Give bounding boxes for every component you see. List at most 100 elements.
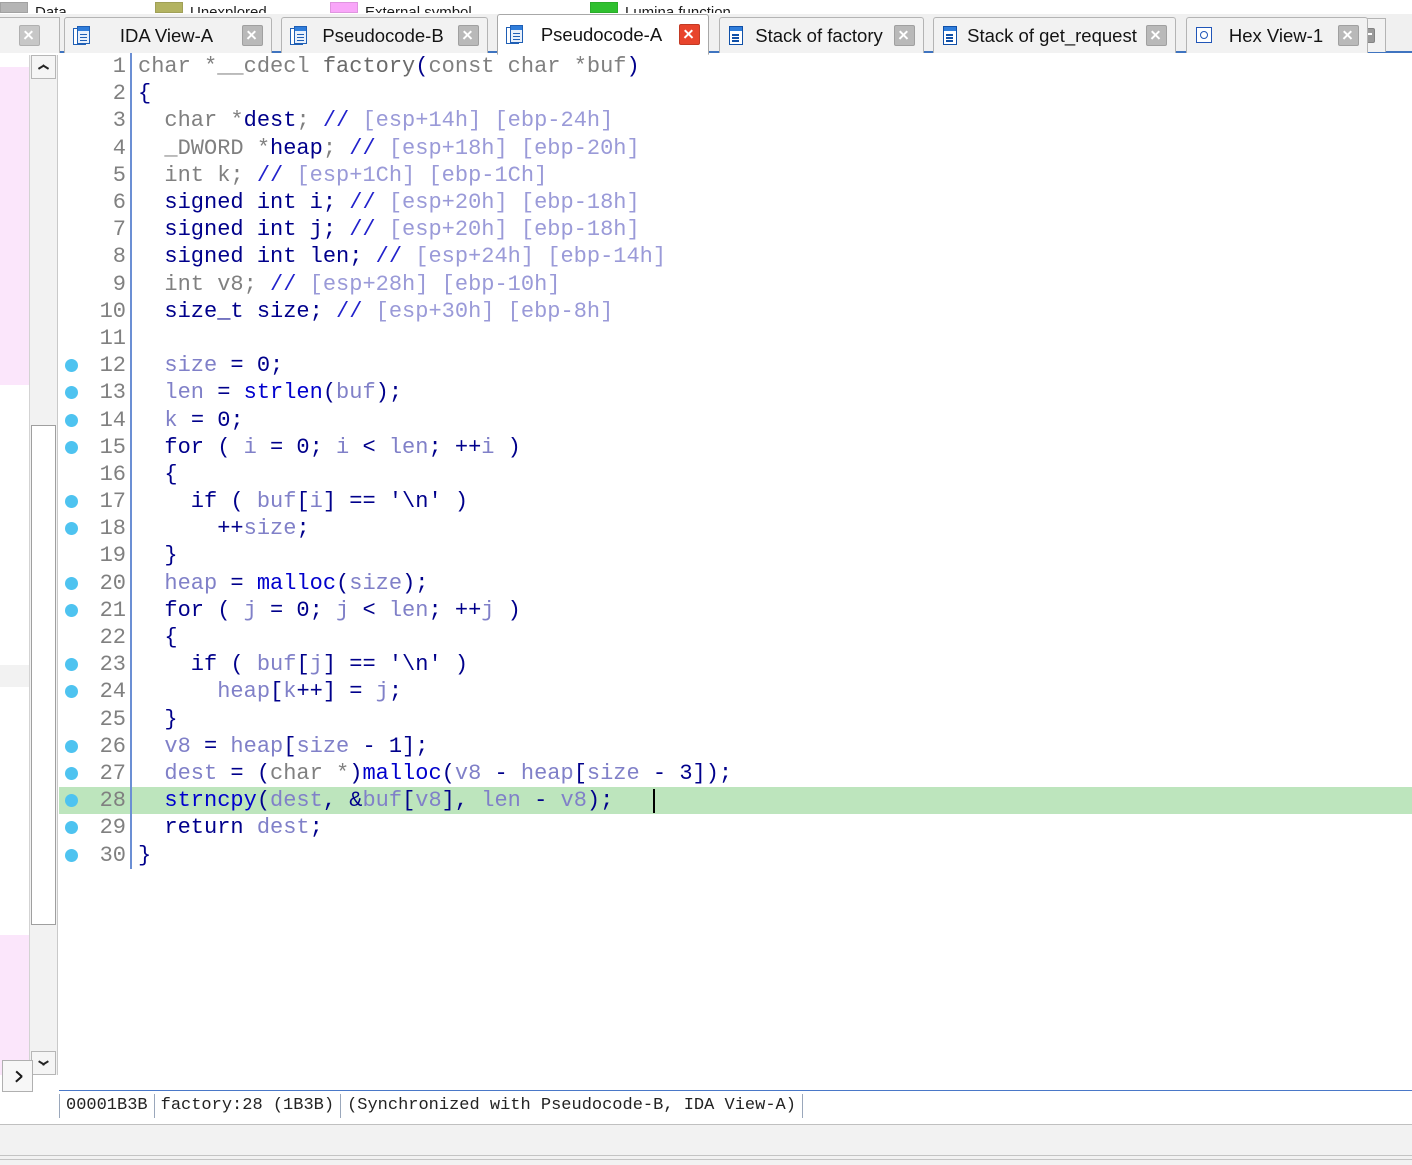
breakpoint-dot-icon[interactable] — [65, 386, 78, 400]
close-icon[interactable] — [19, 25, 40, 46]
breakpoint-dot-icon[interactable] — [65, 821, 78, 835]
code-line[interactable]: 30} — [59, 841, 1412, 869]
breakpoint-gutter[interactable] — [59, 597, 84, 624]
tab-stack-of-factory[interactable]: Stack of factory — [719, 17, 924, 53]
breakpoint-gutter[interactable] — [59, 814, 84, 841]
code-line[interactable]: 23 if ( buf[j] == '\n' ) — [59, 651, 1412, 679]
breakpoint-dot-icon[interactable] — [65, 739, 78, 753]
code-line[interactable]: 9 int v8; // [esp+28h] [ebp-10h] — [59, 270, 1412, 298]
breakpoint-dot-icon[interactable] — [65, 685, 78, 699]
breakpoint-gutter[interactable] — [59, 271, 84, 298]
code-line[interactable]: 27 dest = (char *)malloc(v8 - heap[size … — [59, 759, 1412, 788]
code-line[interactable]: 28 strncpy(dest, &buf[v8], len - v8); — [59, 787, 1412, 815]
code-line[interactable]: 1 char *__cdecl factory(const char *buf) — [59, 53, 1412, 81]
scrollbar-thumb[interactable] — [31, 425, 56, 925]
pseudocode-editor[interactable]: 1 char *__cdecl factory(const char *buf) 2… — [59, 53, 1412, 1090]
code-line[interactable]: 18 ++size; — [59, 515, 1412, 543]
breakpoint-gutter[interactable] — [59, 760, 84, 787]
breakpoint-gutter[interactable] — [59, 352, 84, 379]
close-icon[interactable] — [894, 25, 915, 46]
close-icon[interactable] — [242, 25, 263, 46]
breakpoint-gutter[interactable] — [59, 461, 84, 488]
code-line[interactable]: 11 — [59, 324, 1412, 353]
code-line[interactable]: 22 { — [59, 623, 1412, 652]
code-line[interactable]: 16 { — [59, 460, 1412, 488]
breakpoint-gutter[interactable] — [59, 189, 84, 216]
breakpoint-gutter[interactable] — [59, 678, 84, 705]
breakpoint-dot-icon[interactable] — [65, 440, 78, 454]
code-line[interactable]: 7 signed int j; // [esp+20h] [ebp-18h] — [59, 216, 1412, 244]
code-line[interactable]: 5 int k; // [esp+1Ch] [ebp-1Ch] — [59, 161, 1412, 189]
code-line[interactable]: 8 signed int len; // [esp+24h] [ebp-14h] — [59, 243, 1412, 271]
breakpoint-dot-icon[interactable] — [65, 766, 78, 780]
scroll-down-button[interactable] — [31, 1051, 56, 1075]
vertical-scrollbar[interactable] — [30, 55, 58, 1075]
tab-ida-view-a[interactable]: IDA View-A — [64, 17, 272, 53]
breakpoint-dot-icon[interactable] — [65, 495, 78, 509]
code-line[interactable]: 21 for ( j = 0; j < len; ++j ) — [59, 596, 1412, 624]
breakpoint-gutter[interactable] — [59, 787, 84, 814]
tab-pseudocode-b[interactable]: Pseudocode-B — [281, 17, 488, 53]
code-line[interactable]: 24 heap[k++] = j; — [59, 678, 1412, 706]
tab-overflow-close-button[interactable] — [0, 17, 60, 53]
code-line[interactable]: 20 heap = malloc(size); — [59, 569, 1412, 597]
code-line[interactable]: 17 if ( buf[i] == '\n' ) — [59, 488, 1412, 516]
breakpoint-gutter[interactable] — [59, 488, 84, 515]
code-line[interactable]: 29 return dest; — [59, 814, 1412, 842]
breakpoint-gutter[interactable] — [59, 298, 84, 325]
breakpoint-gutter[interactable] — [59, 434, 84, 461]
breakpoint-gutter[interactable] — [59, 542, 84, 569]
breakpoint-gutter[interactable] — [59, 570, 84, 597]
navigator-band[interactable] — [0, 55, 30, 1075]
code-line[interactable]: 3 char *dest; // [esp+14h] [ebp-24h] — [59, 107, 1412, 135]
breakpoint-dot-icon[interactable] — [65, 576, 78, 590]
code-line[interactable]: 25 } — [59, 705, 1412, 733]
breakpoint-gutter[interactable] — [59, 624, 84, 651]
breakpoint-gutter[interactable] — [59, 733, 84, 760]
tab-pseudocode-a[interactable]: Pseudocode-A — [497, 14, 709, 55]
scroll-up-button[interactable] — [31, 55, 56, 79]
breakpoint-gutter[interactable] — [59, 706, 84, 733]
line-number: 1 — [112, 54, 126, 80]
close-icon[interactable] — [1338, 25, 1359, 46]
tab-stack-of-get-request[interactable]: Stack of get_request — [933, 17, 1176, 53]
code-line[interactable]: 13 len = strlen(buf); — [59, 379, 1412, 407]
code-line[interactable]: 14 k = 0; — [59, 406, 1412, 434]
breakpoint-gutter[interactable] — [59, 325, 84, 352]
breakpoint-gutter[interactable] — [59, 53, 84, 80]
close-icon[interactable] — [679, 24, 700, 45]
close-icon[interactable] — [458, 25, 479, 46]
chevron-up-icon — [38, 64, 49, 70]
code-line[interactable]: 10 size_t size; // [esp+30h] [ebp-8h] — [59, 297, 1412, 325]
code-line[interactable]: 4 _DWORD *heap; // [esp+18h] [ebp-20h] — [59, 134, 1412, 162]
breakpoint-gutter[interactable] — [59, 162, 84, 189]
breakpoint-dot-icon[interactable] — [65, 848, 78, 862]
breakpoint-dot-icon[interactable] — [65, 794, 78, 808]
breakpoint-gutter[interactable] — [59, 107, 84, 134]
code-line[interactable]: 12 size = 0; — [59, 352, 1412, 380]
code-line[interactable]: 19 } — [59, 542, 1412, 570]
breakpoint-dot-icon[interactable] — [65, 413, 78, 427]
expand-panel-button[interactable] — [2, 1060, 33, 1092]
code-line[interactable]: 6 signed int i; // [esp+20h] [ebp-18h] — [59, 188, 1412, 217]
breakpoint-gutter[interactable] — [59, 651, 84, 678]
breakpoint-gutter[interactable] — [59, 243, 84, 270]
breakpoint-dot-icon[interactable] — [65, 603, 78, 617]
breakpoint-dot-icon[interactable] — [65, 359, 78, 373]
breakpoint-dot-icon[interactable] — [65, 658, 78, 672]
breakpoint-gutter[interactable] — [59, 406, 84, 433]
breakpoint-gutter[interactable] — [59, 135, 84, 162]
code-line[interactable]: 2{ — [59, 80, 1412, 108]
breakpoint-gutter[interactable] — [59, 515, 84, 542]
close-icon[interactable] — [1146, 25, 1167, 46]
tab-hex-view-1[interactable]: Hex View-1 — [1186, 17, 1368, 53]
breakpoint-dot-icon[interactable] — [65, 522, 78, 536]
code-line[interactable]: 15 for ( i = 0; i < len; ++i ) — [59, 433, 1412, 461]
legend-item: Lumina function — [590, 0, 731, 13]
breakpoint-gutter[interactable] — [59, 841, 84, 868]
breakpoint-gutter[interactable] — [59, 80, 84, 107]
code-line[interactable]: 26 v8 = heap[size - 1]; — [59, 732, 1412, 760]
breakpoint-gutter[interactable] — [59, 216, 84, 243]
breakpoint-gutter[interactable] — [59, 379, 84, 406]
navigator-segment — [0, 665, 29, 687]
